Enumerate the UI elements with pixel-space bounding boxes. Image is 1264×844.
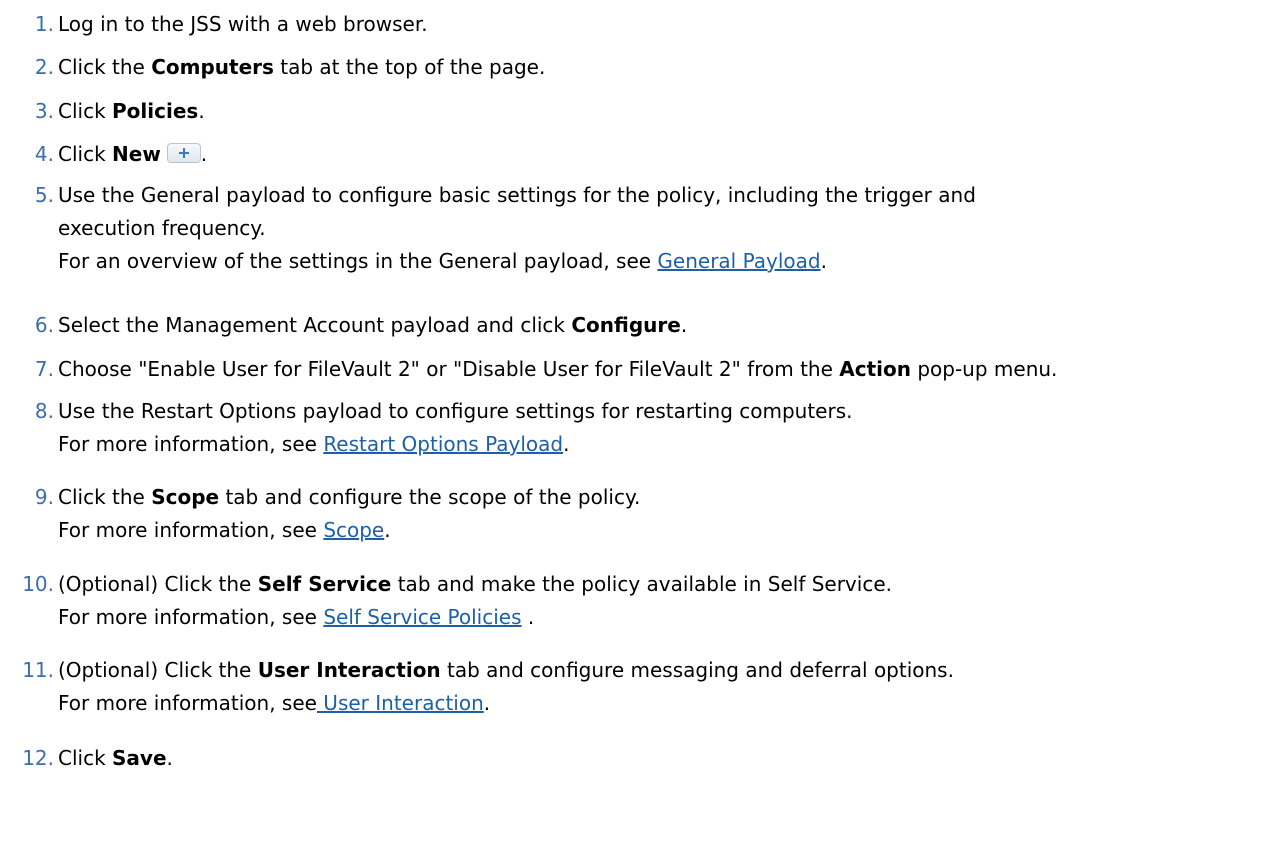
step-number: 4. [34, 142, 54, 166]
info-text: For more information, see [58, 432, 324, 456]
step-instruction-end: tab and make the policy available in Sel… [391, 572, 892, 596]
step-instruction-end: tab and configure messaging and deferral… [440, 658, 954, 682]
step-instruction-end: tab and configure the scope of the polic… [219, 485, 641, 509]
step-text: Log in to the JSS with a web browser. [58, 8, 428, 41]
link-restart-options-payload[interactable]: Restart Options Payload [323, 432, 563, 456]
step-info: For more information, see Restart Option… [58, 428, 852, 461]
instruction-start: (Optional) Click the [58, 658, 258, 682]
step-text: Click Save. [58, 742, 173, 775]
step-text: (Optional) Click the Self Service tab an… [58, 568, 892, 634]
step-instruction: Log in to the JSS with a web browser. [58, 12, 428, 36]
link-general-payload[interactable]: General Payload [657, 249, 820, 273]
step-text: Choose "Enable User for FileVault 2" or … [58, 353, 1057, 386]
step-instruction: Select the Management Account payload an… [58, 313, 572, 337]
ui-term-user-interaction: User Interaction [257, 658, 441, 682]
step-instruction-end: tab at the top of the page. [273, 55, 546, 79]
step-number: 6. [34, 313, 54, 337]
ui-term-save: Save [112, 746, 167, 770]
step-text: Select the Management Account payload an… [58, 309, 687, 342]
step-number: 11. [22, 658, 54, 682]
step-instruction: Click [58, 99, 113, 123]
instruction-start: Click the [58, 485, 152, 509]
ui-term-computers: Computers [151, 55, 274, 79]
link-self-service-policies[interactable]: Self Service Policies [323, 605, 521, 629]
step-instruction: Choose "Enable User for FileVault 2" or … [58, 357, 840, 381]
step-number: 2. [34, 55, 54, 79]
step-text: Click the Scope tab and configure the sc… [58, 481, 640, 547]
step-number: 1. [34, 12, 54, 36]
step-number: 10. [22, 572, 54, 596]
plus-icon [166, 143, 201, 163]
info-text: For more information, see [58, 518, 324, 542]
info-text: For more information, see [58, 605, 324, 629]
step-text: Click the Computers tab at the top of th… [58, 51, 545, 84]
info-end: . [521, 605, 535, 629]
ui-term-action: Action [839, 357, 911, 381]
ui-term-scope: Scope [151, 485, 220, 509]
step-number: 9. [34, 485, 54, 509]
step-instruction-end: . [198, 99, 205, 123]
info-text: For an overview of the settings in the G… [58, 249, 658, 273]
step-number: 7. [34, 357, 54, 381]
step-number: 8. [34, 399, 54, 423]
link-scope[interactable]: Scope [323, 518, 384, 542]
step-instruction: Use the Restart Options payload to confi… [58, 399, 853, 423]
ui-term-new: New [112, 142, 161, 166]
step-instruction: Use the General payload to configure bas… [58, 183, 976, 207]
step-text: Click Policies. [58, 95, 205, 128]
info-text: For more information, see [58, 691, 317, 715]
step-text: Click New. [58, 138, 207, 171]
ui-term-self-service: Self Service [257, 572, 392, 596]
step-instruction: (Optional) Click the User Interaction ta… [58, 654, 954, 687]
step-instruction-end: . [166, 746, 173, 770]
step-instruction-end: pop-up menu. [910, 357, 1058, 381]
step-info: For more information, see Scope. [58, 514, 640, 547]
ui-term-policies: Policies [112, 99, 199, 123]
info-end: . [563, 432, 570, 456]
step-info: For an overview of the settings in the G… [58, 245, 976, 278]
step-instruction: Click the [58, 55, 152, 79]
step-text: (Optional) Click the User Interaction ta… [58, 654, 954, 720]
step-number: 12. [22, 746, 54, 770]
step-info: For more information, see User Interacti… [58, 687, 954, 720]
step-text: Use the Restart Options payload to confi… [58, 395, 852, 461]
step-instruction: Click [58, 746, 113, 770]
step-instruction: (Optional) Click the Self Service tab an… [58, 568, 892, 601]
step-info: For more information, see Self Service P… [58, 601, 892, 634]
link-user-interaction[interactable]: User Interaction [317, 691, 483, 715]
instruction-start: (Optional) Click the [58, 572, 258, 596]
step-instruction: Click [58, 142, 113, 166]
step-number: 3. [34, 99, 54, 123]
step-instruction-end: . [680, 313, 688, 337]
step-instruction: Click the Scope tab and configure the sc… [58, 481, 640, 514]
procedure-steps: 1. Log in to the JSS with a web browser.… [0, 0, 1264, 844]
step-number: 5. [34, 183, 54, 207]
info-end: . [384, 518, 391, 542]
step-instruction-end: . [200, 142, 208, 166]
info-end: . [820, 249, 827, 273]
info-end: . [483, 691, 491, 715]
step-instruction-cont: execution frequency. [58, 216, 266, 240]
step-text: Use the General payload to configure bas… [58, 179, 976, 278]
ui-term-configure: Configure [571, 313, 681, 337]
